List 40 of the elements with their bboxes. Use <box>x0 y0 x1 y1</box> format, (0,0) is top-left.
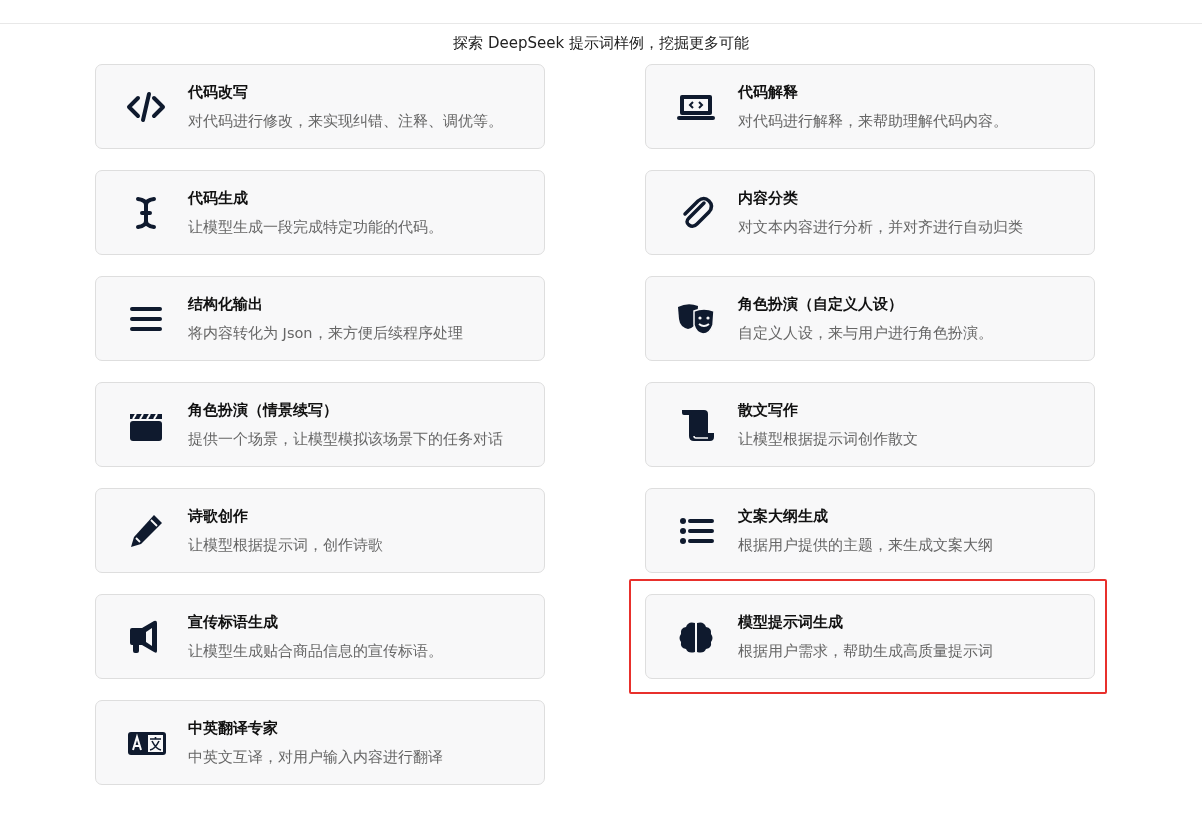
prompt-card[interactable]: 代码生成 让模型生成一段完成特定功能的代码。 <box>95 170 545 255</box>
prompt-card[interactable]: 代码解释 对代码进行解释，来帮助理解代码内容。 <box>645 64 1095 149</box>
card-title: 角色扮演（自定义人设） <box>738 294 904 314</box>
card-description: 根据用户需求，帮助生成高质量提示词 <box>738 642 993 661</box>
card-description: 根据用户提供的主题，来生成文案大纲 <box>738 536 993 555</box>
card-title: 代码改写 <box>188 82 249 102</box>
prompt-card[interactable]: 角色扮演（自定义人设） 自定义人设，来与用户进行角色扮演。 <box>645 276 1095 361</box>
card-description: 让模型根据提示词，创作诗歌 <box>188 536 383 555</box>
card-title: 内容分类 <box>738 188 799 208</box>
card-title: 结构化输出 <box>188 294 264 314</box>
card-title: 代码解释 <box>738 82 799 102</box>
card-title: 文案大纲生成 <box>738 506 829 526</box>
card-description: 中英文互译，对用户输入内容进行翻译 <box>188 748 443 767</box>
card-description: 让模型根据提示词创作散文 <box>738 430 918 449</box>
card-description: 对代码进行解释，来帮助理解代码内容。 <box>738 112 1008 131</box>
prompt-card[interactable]: 结构化输出 将内容转化为 Json，来方便后续程序处理 <box>95 276 545 361</box>
prompt-card[interactable]: 宣传标语生成 让模型生成贴合商品信息的宣传标语。 <box>95 594 545 679</box>
prompt-card[interactable]: 中英翻译专家 中英文互译，对用户输入内容进行翻译 <box>95 700 545 785</box>
prompt-card[interactable]: 诗歌创作 让模型根据提示词，创作诗歌 <box>95 488 545 573</box>
card-description: 提供一个场景，让模型模拟该场景下的任务对话 <box>188 430 503 449</box>
prompt-card[interactable]: 角色扮演（情景续写） 提供一个场景，让模型模拟该场景下的任务对话 <box>95 382 545 467</box>
card-description: 对代码进行修改，来实现纠错、注释、调优等。 <box>188 112 503 131</box>
card-description: 对文本内容进行分析，并对齐进行自动归类 <box>738 218 1023 237</box>
card-title: 模型提示词生成 <box>738 612 844 632</box>
prompt-card[interactable]: 内容分类 对文本内容进行分析，并对齐进行自动归类 <box>645 170 1095 255</box>
card-title: 宣传标语生成 <box>188 612 279 632</box>
prompt-card[interactable]: 代码改写 对代码进行修改，来实现纠错、注释、调优等。 <box>95 64 545 149</box>
card-title: 角色扮演（情景续写） <box>188 400 339 420</box>
card-title: 散文写作 <box>738 400 799 420</box>
card-title: 代码生成 <box>188 188 249 208</box>
prompt-card[interactable]: 文案大纲生成 根据用户提供的主题，来生成文案大纲 <box>645 488 1095 573</box>
card-description: 让模型生成贴合商品信息的宣传标语。 <box>188 642 443 661</box>
card-description: 将内容转化为 Json，来方便后续程序处理 <box>188 324 463 343</box>
subtitle: 探索 DeepSeek 提示词样例，挖掘更多可能 <box>452 33 750 54</box>
card-description: 自定义人设，来与用户进行角色扮演。 <box>738 324 993 343</box>
card-description: 让模型生成一段完成特定功能的代码。 <box>188 218 443 237</box>
card-title: 诗歌创作 <box>188 506 249 526</box>
prompt-card[interactable]: 散文写作 让模型根据提示词创作散文 <box>645 382 1095 467</box>
card-title: 中英翻译专家 <box>188 718 279 738</box>
prompt-card[interactable]: 模型提示词生成 根据用户需求，帮助生成高质量提示词 <box>645 594 1095 679</box>
